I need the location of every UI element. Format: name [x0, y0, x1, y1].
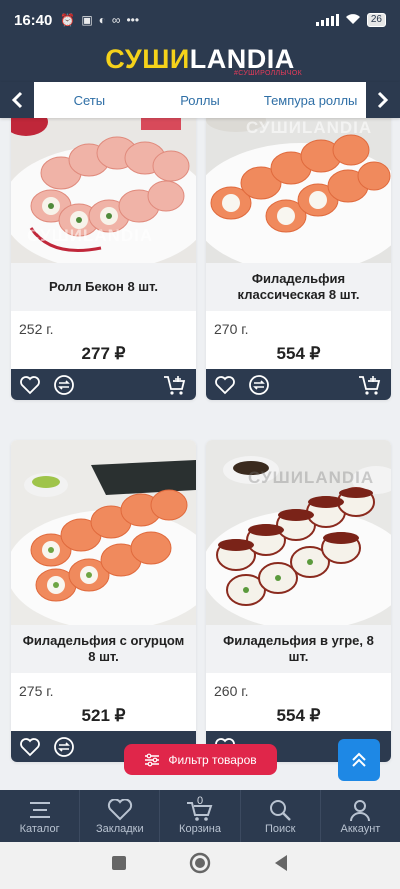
signal-icon [315, 14, 339, 26]
app-notification-icon: ▣ [81, 13, 93, 27]
home-circle-icon [189, 852, 211, 874]
bookmark-button[interactable] [17, 372, 43, 398]
app-header: СУШИLANDIA #СУШИРОЛЛЫЧОК [0, 40, 400, 82]
tab-tempura-rolls[interactable]: Темпура роллы [256, 93, 366, 108]
heart-icon [20, 737, 40, 756]
product-image[interactable] [11, 440, 196, 630]
nav-cart-label: Корзина [179, 823, 221, 835]
nav-account-label: Аккаунт [340, 823, 381, 835]
back-triangle-icon [275, 855, 287, 871]
chevron-left-icon [11, 91, 23, 109]
product-price: 554 ₽ [276, 706, 321, 725]
add-to-cart-button[interactable] [357, 372, 383, 398]
product-weight: 260 г. [214, 683, 249, 699]
double-chevron-up-icon [352, 752, 366, 767]
add-to-cart-button[interactable] [162, 372, 188, 398]
nav-bookmarks[interactable]: Закладки [80, 790, 161, 842]
cart-add-icon [359, 375, 381, 395]
watermark-text: СУШИLANDIA [246, 118, 373, 137]
filter-button-label: Фильтр товаров [168, 752, 257, 767]
compare-button[interactable] [246, 372, 272, 398]
bookmark-button[interactable] [17, 734, 43, 760]
bottom-navigation: Каталог Закладки 0 Корзина Поиск Аккаунт [0, 790, 400, 842]
cart-add-icon [164, 375, 186, 395]
product-name[interactable]: Ролл Бекон 8 шт. [11, 263, 196, 311]
product-price: 521 ₽ [81, 706, 126, 725]
user-icon [350, 800, 371, 822]
logo-tagline: #СУШИРОЛЛЫЧОК [234, 69, 302, 77]
product-weight: 270 г. [214, 321, 249, 337]
nav-catalog-label: Каталог [19, 823, 60, 835]
heart-icon [20, 375, 40, 394]
product-card[interactable]: СУШИLANDIA Ролл Бекон 8 шт. 252 г. 277 ₽ [11, 108, 196, 400]
chevron-right-icon [377, 91, 389, 109]
product-weight: 252 г. [19, 321, 54, 337]
product-image[interactable]: СУШИLANDIA [11, 108, 196, 270]
more-dots-icon: ••• [126, 13, 140, 27]
notification-icon: ∞ [111, 13, 121, 27]
back-button[interactable] [273, 854, 289, 877]
product-card[interactable]: СУШИLANDIA Филадельфия классическая 8 шт… [206, 108, 391, 400]
nav-account[interactable]: Аккаунт [321, 790, 400, 842]
wifi-icon [345, 13, 361, 28]
scroll-to-top-button[interactable] [338, 739, 380, 781]
square-icon [112, 856, 126, 870]
status-bar: 16:40 ⏰ ▣ ◐ ∞ ••• 26 [0, 0, 400, 40]
product-name[interactable]: Филадельфия классическая 8 шт. [206, 263, 391, 311]
recents-button[interactable] [111, 855, 127, 876]
tab-sets[interactable]: Сеты [35, 93, 145, 108]
battery-icon: 26 [366, 13, 386, 27]
product-actions [11, 369, 196, 400]
product-image[interactable]: СУШИLANDIA [206, 108, 391, 273]
watermark-text: СУШИLANDIA [248, 468, 375, 487]
nav-cart[interactable]: 0 Корзина [160, 790, 241, 842]
nav-search[interactable]: Поиск [241, 790, 321, 842]
bookmark-button[interactable] [212, 372, 238, 398]
nav-bookmarks-label: Закладки [96, 823, 144, 835]
compare-button[interactable] [51, 734, 77, 760]
product-card[interactable]: СУШИLANDIA Филадельфия в угре, 8 шт. 260… [206, 440, 391, 762]
product-price: 554 ₽ [276, 344, 321, 363]
logo[interactable]: СУШИLANDIA [105, 45, 294, 72]
product-image[interactable]: СУШИLANDIA [206, 440, 391, 630]
vpn-icon: ◐ [98, 13, 106, 27]
menu-icon [29, 802, 50, 818]
filter-sliders-icon [145, 753, 160, 766]
product-name[interactable]: Филадельфия с огурцом 8 шт. [11, 625, 196, 673]
nav-search-label: Поиск [264, 823, 296, 835]
product-card[interactable]: Филадельфия с огурцом 8 шт. 275 г. 521 ₽ [11, 440, 196, 762]
category-tabs: Сеты Роллы Темпура роллы [0, 82, 400, 118]
system-navigation-bar [0, 842, 400, 889]
heart-icon [107, 799, 132, 821]
watermark-text: СУШИLANDIA [27, 226, 154, 245]
tabs-next-button[interactable] [366, 82, 400, 118]
product-price: 277 ₽ [81, 344, 126, 363]
compare-button[interactable] [51, 372, 77, 398]
tab-rolls[interactable]: Роллы [145, 93, 255, 108]
heart-icon [215, 375, 235, 394]
status-time: 16:40 [14, 11, 53, 29]
cart-count-badge: 0 [196, 795, 204, 807]
compare-icon [54, 374, 74, 395]
product-name[interactable]: Филадельфия в угре, 8 шт. [206, 625, 391, 673]
tabs-prev-button[interactable] [0, 82, 34, 118]
compare-icon [249, 374, 269, 395]
product-actions [206, 369, 391, 400]
search-icon [270, 800, 292, 821]
filter-products-button[interactable]: Фильтр товаров [124, 744, 277, 775]
nav-catalog[interactable]: Каталог [0, 790, 81, 842]
home-button[interactable] [189, 852, 211, 879]
alarm-icon: ⏰ [60, 13, 76, 27]
product-weight: 275 г. [19, 683, 54, 699]
compare-icon [54, 736, 74, 757]
